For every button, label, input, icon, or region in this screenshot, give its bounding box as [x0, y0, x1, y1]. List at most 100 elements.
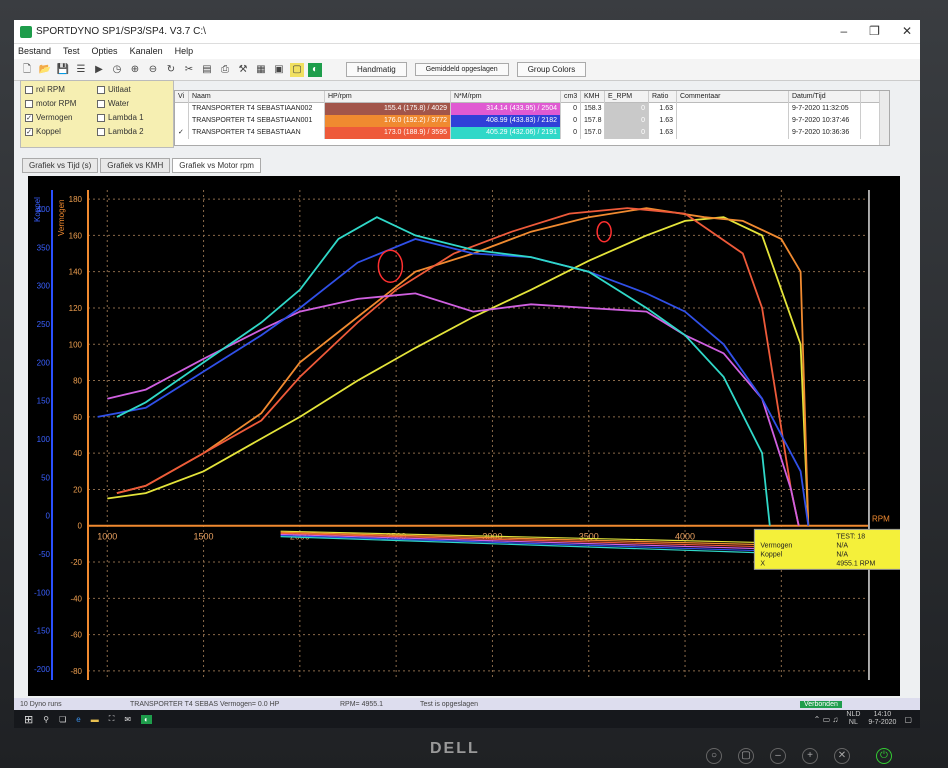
col-header[interactable]: HP/rpm [325, 91, 451, 103]
refresh-icon[interactable]: ↻ [164, 63, 178, 77]
table-cell: 1.63 [649, 115, 677, 127]
monitor-button[interactable]: – [770, 748, 786, 764]
table-cell [677, 115, 789, 127]
scissors-icon[interactable]: ✂ [182, 63, 196, 77]
checkbox[interactable] [97, 99, 105, 108]
new-file-icon[interactable]: 🗋 [20, 63, 34, 77]
table-row[interactable]: TRANSPORTER T4 SEBASTIAAN001 176.0 (192.2… [175, 115, 889, 127]
table-row[interactable]: TRANSPORTER T4 SEBASTIAAN002 155.4 (175.8… [175, 103, 889, 115]
tab-graph-time[interactable]: Grafiek vs Tijd (s) [22, 158, 99, 173]
highlight-icon[interactable]: ▢ [290, 62, 304, 77]
checkbox[interactable] [97, 113, 105, 122]
mail-icon[interactable]: ✉ [124, 715, 131, 724]
status-runs: 10 Dyno runs [20, 700, 62, 708]
tools-icon[interactable]: ⚒ [236, 63, 250, 77]
dyno-chart[interactable]: 1000150020002500300035004000450018016014… [28, 176, 907, 696]
print-preview-icon[interactable]: ▤ [200, 63, 214, 77]
status-saved: Test is opgeslagen [420, 700, 478, 708]
channel-water[interactable]: Water [97, 99, 129, 108]
tray-clock[interactable]: 14:10 9-7-2020 [868, 711, 896, 727]
list-icon[interactable]: ☰ [74, 63, 88, 77]
menu-test[interactable]: Test [63, 44, 80, 59]
windows-start-icon[interactable]: ⊞ [24, 713, 33, 726]
col-header[interactable]: Commentaar [677, 91, 789, 103]
saved-button[interactable]: Gemiddeld opgeslagen [414, 63, 509, 76]
channel-motor-rpm[interactable]: motor RPM [25, 99, 76, 108]
channel-rol-rpm[interactable]: rol RPM [25, 85, 65, 94]
monitor-button[interactable]: + [802, 748, 818, 764]
checkbox-checked[interactable]: ✓ [25, 127, 33, 136]
file-explorer-icon[interactable]: ▬ [91, 715, 99, 724]
checkbox-checked[interactable]: ✓ [25, 113, 33, 122]
channel-uitlaat[interactable]: Uitlaat [97, 85, 131, 94]
edge-icon[interactable]: e [76, 715, 80, 724]
menu-opties[interactable]: Opties [92, 44, 118, 59]
scrollbar[interactable] [879, 91, 889, 145]
row-visible-checkbox[interactable]: ✓ [175, 127, 189, 139]
manual-button[interactable]: Handmatig [346, 62, 407, 77]
table-cell: 1.63 [649, 103, 677, 115]
col-header[interactable]: cm3 [561, 91, 581, 103]
checkbox[interactable] [97, 127, 105, 136]
y-koppel-tick-label: 50 [41, 473, 50, 482]
channel-vermogen[interactable]: ✓ Vermogen [25, 113, 72, 122]
run-table: Vi Naam HP/rpm N*M/rpm cm3 KMH E_RPM Rat… [174, 90, 890, 146]
row-visible-checkbox[interactable] [175, 115, 189, 127]
picture-icon[interactable]: ▣ [272, 63, 286, 77]
tab-graph-rpm[interactable]: Grafiek vs Motor rpm [172, 158, 261, 173]
checkbox[interactable] [25, 85, 33, 94]
tab-graph-kmh[interactable]: Grafiek vs KMH [100, 158, 171, 173]
annotation-circle [596, 220, 612, 243]
menu-bestand[interactable]: Bestand [18, 44, 51, 59]
open-folder-icon[interactable]: 📂 [38, 63, 52, 77]
sportdyno-taskbar-icon[interactable]: ◐ [141, 714, 152, 724]
channel-koppel[interactable]: ✓ Koppel [25, 127, 61, 136]
taskbar: ⊞ ⚲ ❏ e ▬ ⛶ ✉ ◐ ⌃ ▭ ♫ NLD NL 14:10 9-7-202… [14, 710, 920, 728]
checkbox[interactable] [25, 99, 33, 108]
minimize-icon[interactable]: – [840, 24, 847, 38]
zoom-out-icon[interactable]: ⊖ [146, 63, 160, 77]
row-visible-checkbox[interactable] [175, 103, 189, 115]
window-title: SPORTDYNO SP1/SP3/SP4. V3.7 C:\ [36, 26, 206, 37]
menu-kanalen[interactable]: Kanalen [130, 44, 163, 59]
play-icon[interactable]: ▶ [92, 63, 106, 77]
dyno-icon[interactable]: ◐ [308, 62, 322, 77]
y-koppel-tick-label: -50 [38, 550, 50, 559]
close-icon[interactable]: ✕ [902, 24, 912, 38]
col-header[interactable]: Vi [175, 91, 189, 103]
col-header[interactable]: N*M/rpm [451, 91, 561, 103]
col-header[interactable]: Naam [189, 91, 325, 103]
y-koppel-tick-label: 200 [37, 358, 51, 367]
search-icon[interactable]: ⚲ [43, 715, 49, 724]
col-header[interactable]: E_RPM [605, 91, 649, 103]
task-view-icon[interactable]: ❏ [59, 715, 66, 724]
col-header[interactable]: KMH [581, 91, 605, 103]
col-header[interactable]: Ratio [649, 91, 677, 103]
chart-icon[interactable]: ▦ [254, 63, 268, 77]
checkbox[interactable] [97, 85, 105, 94]
maximize-icon[interactable]: ❐ [869, 24, 880, 38]
zoom-in-icon[interactable]: ⊕ [128, 63, 142, 77]
channel-lambda-2[interactable]: Lambda 2 [97, 127, 144, 136]
col-header[interactable]: Datum/Tijd [789, 91, 861, 103]
store-icon[interactable]: ⛶ [109, 714, 115, 724]
menu-help[interactable]: Help [175, 44, 194, 59]
notification-icon[interactable]: ▢ [904, 715, 912, 724]
channel-lambda-1[interactable]: Lambda 1 [97, 113, 144, 122]
monitor-button[interactable]: ✕ [834, 748, 850, 764]
tray-language[interactable]: NLD NL [846, 711, 860, 727]
print-icon[interactable]: ⎙ [218, 63, 232, 77]
status-connected: Verbonden [800, 700, 842, 708]
power-icon[interactable]: ⏻ [876, 748, 892, 764]
table-cell: 9-7-2020 10:37:46 [789, 115, 861, 127]
table-cell: 0 [605, 115, 649, 127]
monitor-menu-button[interactable]: ○ [706, 748, 722, 764]
clock-icon[interactable]: ◷ [110, 63, 124, 77]
table-row[interactable]: ✓ TRANSPORTER T4 SEBASTIAAN 173.0 (188.9) … [175, 127, 889, 139]
group-colors-button[interactable]: Group Colors [516, 62, 587, 77]
graph-tabs: Grafiek vs Tijd (s) Grafiek vs KMH Grafi… [22, 158, 263, 173]
monitor-button[interactable]: ▢ [738, 748, 754, 764]
save-icon[interactable]: 💾 [56, 63, 70, 77]
monitor-brand-logo: DELL [430, 740, 480, 757]
y-vermogen-tick-label: -80 [70, 667, 82, 676]
